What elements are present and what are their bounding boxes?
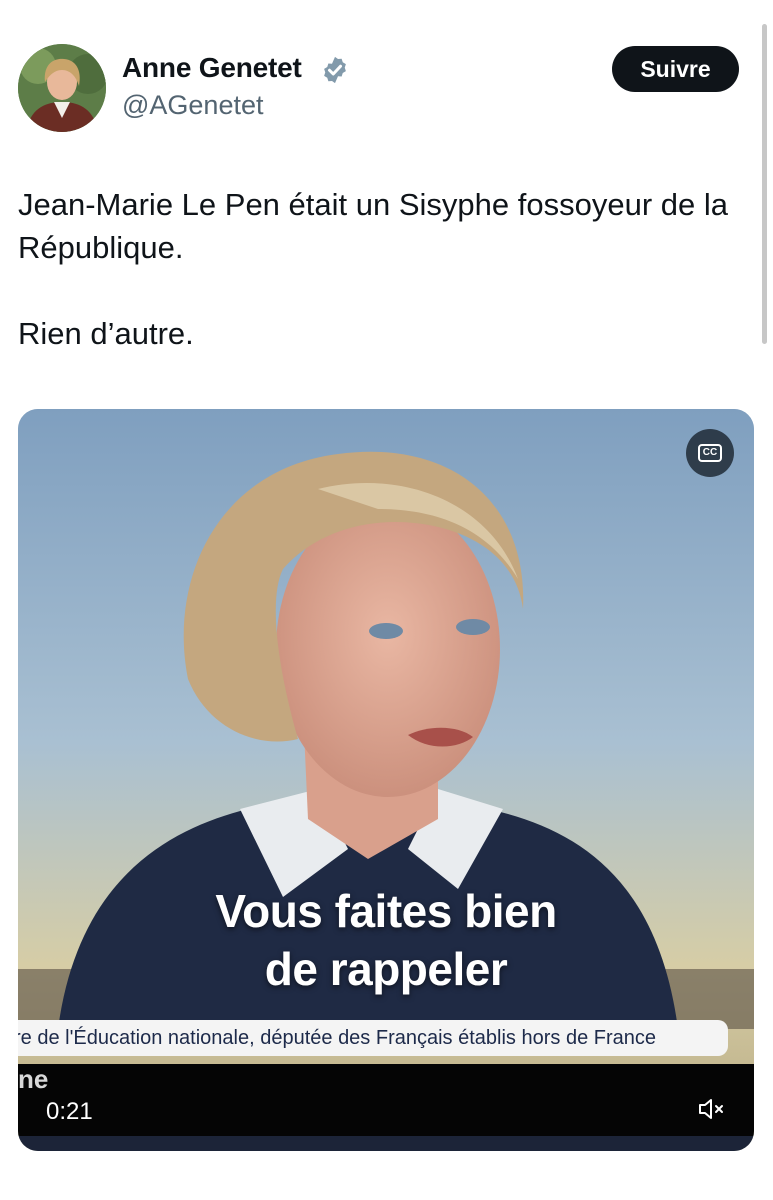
closed-captions-button[interactable]: CC: [686, 429, 734, 477]
follow-button[interactable]: Suivre: [612, 46, 739, 92]
video-player[interactable]: CC Vous faites bien de rappeler re de l'…: [18, 409, 754, 1151]
video-caption-line: Vous faites bien: [215, 885, 557, 937]
author-name[interactable]: Anne Genetet: [122, 52, 302, 84]
video-lower-third: re de l'Éducation nationale, députée des…: [18, 1020, 728, 1056]
video-controls-bar: [18, 1064, 754, 1136]
author-handle[interactable]: @AGenetet: [122, 90, 264, 121]
video-caption-line: de rappeler: [264, 943, 508, 995]
video-ticker-fragment: ne: [18, 1064, 49, 1094]
verified-badge-icon: [324, 56, 346, 84]
tweet-paragraph: Jean-Marie Le Pen était un Sisyphe fosso…: [18, 187, 728, 265]
video-ticker-strip: [18, 1136, 754, 1151]
tweet-paragraph: Rien d’autre.: [18, 316, 194, 351]
video-time-label: 0:21: [46, 1098, 93, 1125]
tweet-text: Jean-Marie Le Pen était un Sisyphe fosso…: [18, 183, 758, 355]
closed-captions-icon: CC: [697, 444, 723, 462]
mute-icon[interactable]: [698, 1097, 726, 1121]
author-avatar[interactable]: [18, 44, 106, 132]
page-scrollbar[interactable]: [762, 24, 767, 344]
